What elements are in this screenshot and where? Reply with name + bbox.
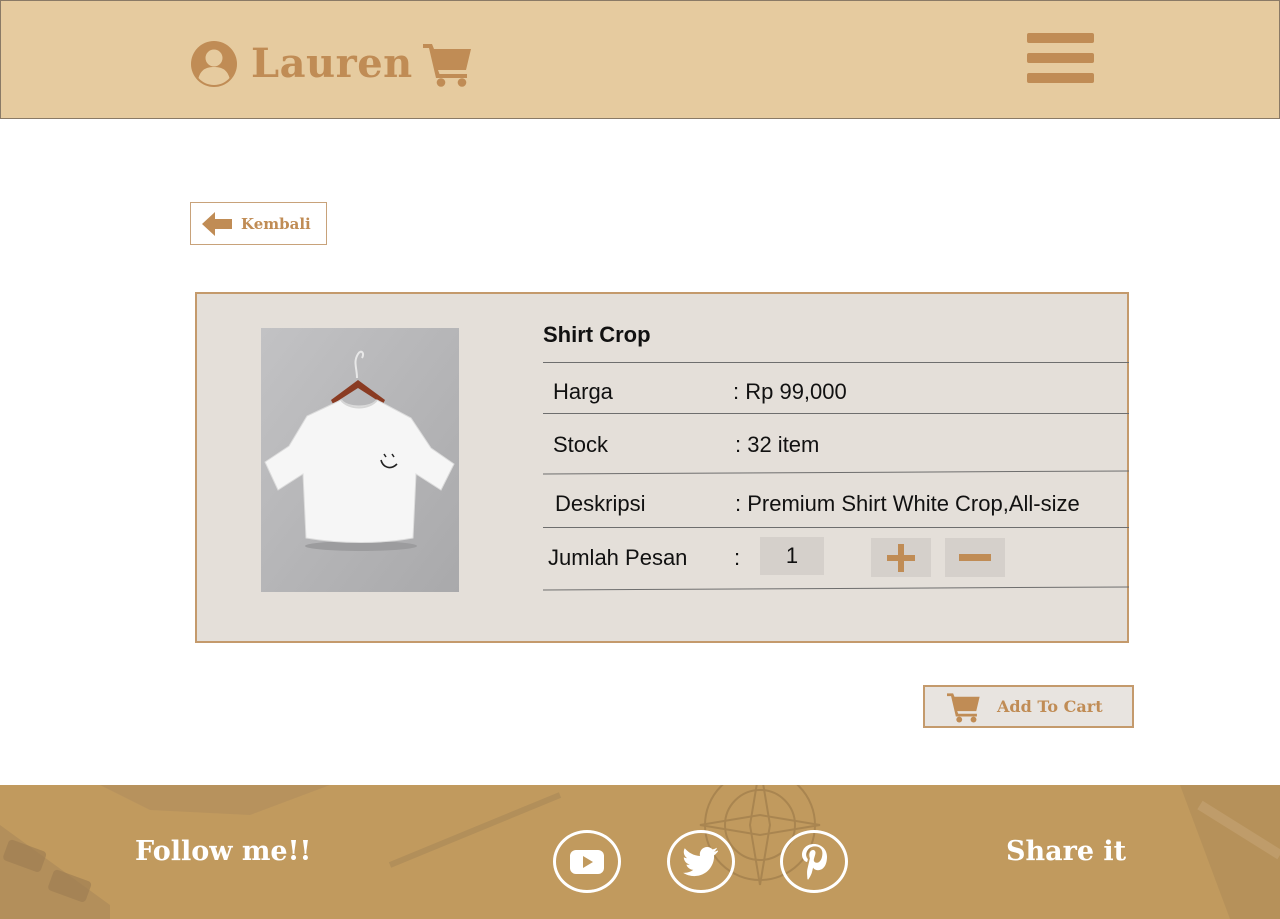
user-circle-icon[interactable] (190, 40, 238, 88)
divider (543, 586, 1129, 591)
deskripsi-value: : Premium Shirt White Crop,All-size (735, 491, 1080, 516)
quantity-label: Jumlah Pesan (548, 545, 688, 570)
brand-name[interactable]: Lauren (251, 39, 413, 89)
plus-icon (887, 543, 915, 572)
decrement-button[interactable] (945, 538, 1005, 577)
twitter-icon (683, 846, 718, 876)
shopping-cart-icon (947, 692, 980, 723)
divider (543, 362, 1129, 363)
minus-icon (959, 553, 991, 561)
add-to-cart-label: Add To Cart (997, 697, 1103, 716)
harga-value: : Rp 99,000 (733, 379, 847, 404)
pinterest-button[interactable] (780, 830, 848, 893)
add-to-cart-button[interactable]: Add To Cart (923, 685, 1134, 728)
divider (543, 527, 1129, 528)
deskripsi-label: Deskripsi (555, 491, 646, 516)
quantity-input[interactable] (760, 537, 824, 575)
product-card: Shirt Crop Harga : Rp 99,000 Stock : 32 … (195, 292, 1129, 643)
menu-bar (1027, 73, 1094, 83)
increment-button[interactable] (871, 538, 931, 577)
quantity-separator: : (734, 545, 741, 570)
stock-label: Stock (553, 432, 609, 457)
product-name: Shirt Crop (543, 322, 651, 347)
arrow-left-icon (202, 211, 232, 236)
hamburger-menu-icon[interactable] (1027, 33, 1094, 84)
product-image (261, 328, 459, 592)
stock-value: : 32 item (735, 432, 820, 457)
brand[interactable]: Lauren (190, 39, 473, 89)
shopping-cart-icon[interactable] (422, 41, 473, 87)
top-header: Lauren (0, 0, 1280, 119)
menu-bar (1027, 33, 1094, 43)
harga-label: Harga (553, 379, 613, 404)
divider (543, 470, 1129, 475)
back-button[interactable]: Kembali (190, 202, 327, 245)
youtube-icon (570, 849, 604, 874)
pinterest-icon (802, 843, 827, 880)
share-text: Share it (1006, 836, 1127, 867)
footer: Follow me!! Share it (0, 785, 1280, 919)
follow-text: Follow me!! (135, 836, 312, 867)
menu-bar (1027, 53, 1094, 63)
youtube-button[interactable] (553, 830, 621, 893)
twitter-button[interactable] (667, 830, 735, 893)
back-button-label: Kembali (241, 214, 311, 233)
divider (543, 413, 1129, 414)
